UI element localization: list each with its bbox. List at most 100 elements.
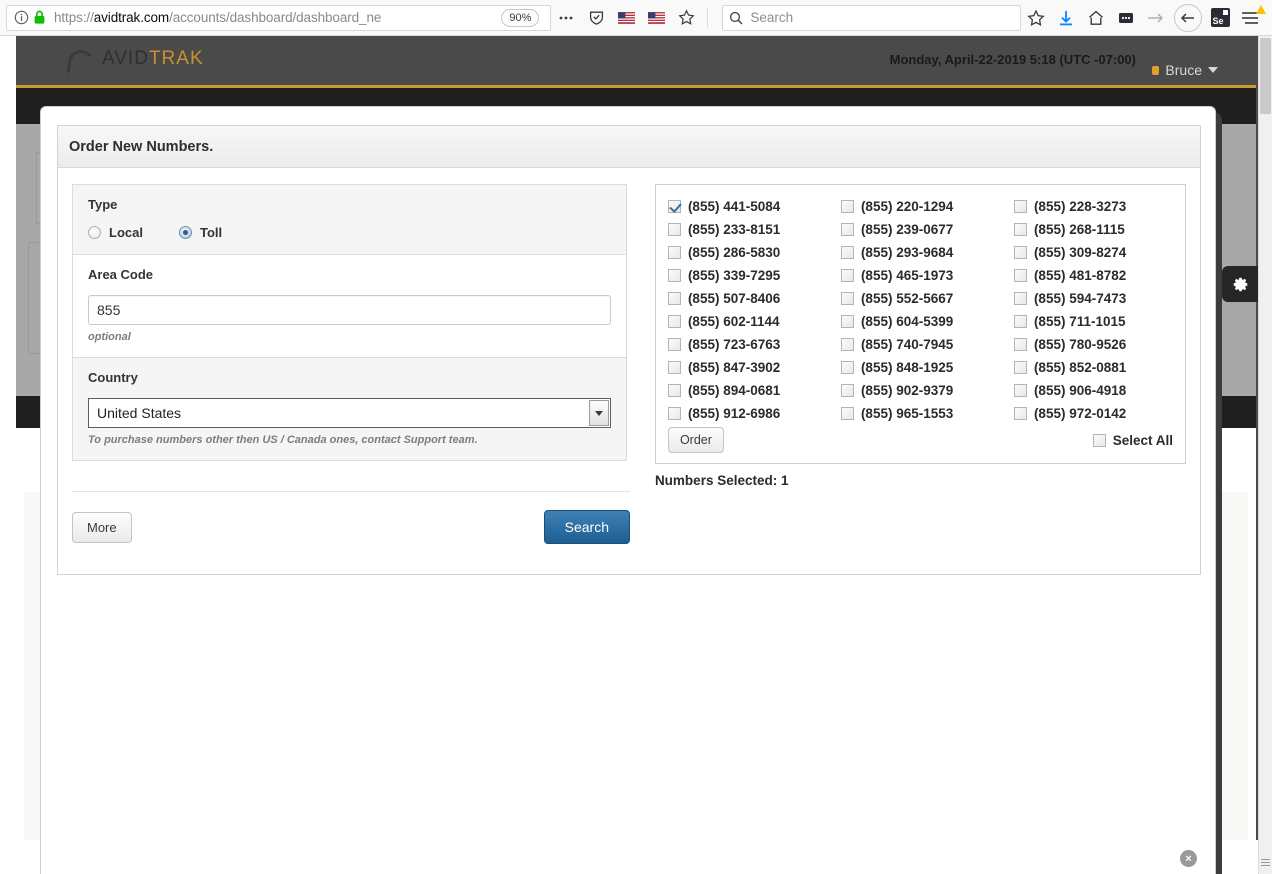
ellipsis-icon[interactable] bbox=[552, 4, 580, 32]
hamburger-menu-icon[interactable] bbox=[1236, 4, 1266, 32]
phone-number-option[interactable]: (855) 286-5830 bbox=[667, 241, 841, 264]
radio-option-toll[interactable]: Toll bbox=[178, 225, 222, 240]
shield-icon[interactable] bbox=[582, 4, 610, 32]
phone-number-option[interactable]: (855) 847-3902 bbox=[667, 356, 841, 379]
us-flag-icon-2[interactable] bbox=[642, 4, 670, 32]
phone-number-option[interactable]: (855) 780-9526 bbox=[1013, 333, 1173, 356]
phone-number-option[interactable]: (855) 894-0681 bbox=[667, 379, 841, 402]
gear-icon[interactable] bbox=[1222, 266, 1258, 302]
bookmark-star-toolbar-icon[interactable] bbox=[1022, 4, 1050, 32]
phone-number-checkbox-icon[interactable] bbox=[667, 407, 681, 420]
select-all-checkbox-icon[interactable] bbox=[1092, 433, 1106, 447]
radio-option-local[interactable]: Local bbox=[88, 225, 143, 240]
radio-local-icon[interactable] bbox=[88, 226, 101, 239]
phone-number-option[interactable]: (855) 848-1925 bbox=[840, 356, 1014, 379]
phone-number-checkbox-icon[interactable] bbox=[1013, 292, 1027, 305]
lock-icon[interactable] bbox=[32, 10, 46, 26]
area-code-input[interactable] bbox=[88, 295, 611, 325]
more-button[interactable]: More bbox=[72, 511, 132, 543]
phone-number-option[interactable]: (855) 604-5399 bbox=[840, 310, 1014, 333]
phone-number-option[interactable]: (855) 602-1144 bbox=[667, 310, 841, 333]
page-scrollbar[interactable] bbox=[1258, 36, 1272, 874]
phone-number-option[interactable]: (855) 906-4918 bbox=[1013, 379, 1173, 402]
phone-number-option[interactable]: (855) 740-7945 bbox=[840, 333, 1014, 356]
phone-number-option[interactable]: (855) 972-0142 bbox=[1013, 402, 1173, 425]
phone-number-checkbox-icon[interactable] bbox=[667, 269, 681, 282]
phone-number-checkbox-icon[interactable] bbox=[667, 223, 681, 236]
phone-number-option[interactable]: (855) 965-1553 bbox=[840, 402, 1014, 425]
phone-number-checkbox-icon[interactable] bbox=[1013, 200, 1027, 213]
phone-number-option[interactable]: (855) 552-5667 bbox=[840, 287, 1014, 310]
phone-number-checkbox-icon[interactable] bbox=[840, 246, 854, 259]
phone-number-option[interactable]: (855) 268-1115 bbox=[1013, 218, 1173, 241]
country-select[interactable]: United States bbox=[88, 398, 611, 428]
phone-number-option[interactable]: (855) 711-1015 bbox=[1013, 310, 1173, 333]
phone-number-checkbox-icon[interactable] bbox=[667, 315, 681, 328]
phone-number-checkbox-icon[interactable] bbox=[840, 315, 854, 328]
phone-number-checkbox-icon[interactable] bbox=[1013, 338, 1027, 351]
phone-number-option[interactable]: (855) 220-1294 bbox=[840, 195, 1014, 218]
phone-number-checkbox-icon[interactable] bbox=[840, 269, 854, 282]
phone-number-label: (855) 604-5399 bbox=[860, 314, 954, 329]
phone-number-checkbox-icon[interactable] bbox=[840, 200, 854, 213]
forward-arrow-icon[interactable] bbox=[1142, 4, 1170, 32]
bookmark-star-icon[interactable] bbox=[672, 4, 700, 32]
home-icon[interactable] bbox=[1082, 4, 1110, 32]
close-icon[interactable]: × bbox=[1180, 850, 1197, 867]
phone-number-checkbox-icon[interactable] bbox=[1013, 384, 1027, 397]
area-code-hint: optional bbox=[88, 331, 131, 343]
phone-number-option[interactable]: (855) 465-1973 bbox=[840, 264, 1014, 287]
zoom-level-badge[interactable]: 90% bbox=[501, 8, 540, 27]
search-bar[interactable]: Search bbox=[722, 4, 1021, 31]
phone-number-checkbox-icon[interactable] bbox=[840, 292, 854, 305]
phone-number-checkbox-icon[interactable] bbox=[1013, 407, 1027, 420]
phone-number-option[interactable]: (855) 507-8406 bbox=[667, 287, 841, 310]
phone-number-option[interactable]: (855) 293-9684 bbox=[840, 241, 1014, 264]
search-placeholder: Search bbox=[750, 10, 794, 25]
phone-number-checkbox-icon[interactable] bbox=[840, 407, 854, 420]
chevron-down-icon[interactable] bbox=[588, 400, 609, 426]
phone-number-option[interactable]: (855) 594-7473 bbox=[1013, 287, 1173, 310]
phone-number-option[interactable]: (855) 309-8274 bbox=[1013, 241, 1173, 264]
phone-number-option[interactable]: (855) 228-3273 bbox=[1013, 195, 1173, 218]
us-flag-icon[interactable] bbox=[612, 4, 640, 32]
scrollbar-thumb[interactable] bbox=[1260, 38, 1271, 114]
select-all-checkbox[interactable]: Select All bbox=[1092, 433, 1173, 448]
phone-number-checkbox-icon[interactable] bbox=[667, 200, 681, 213]
phone-number-checkbox-icon[interactable] bbox=[667, 384, 681, 397]
phone-number-option[interactable]: (855) 852-0881 bbox=[1013, 356, 1173, 379]
phone-number-checkbox-icon[interactable] bbox=[667, 246, 681, 259]
phone-number-checkbox-icon[interactable] bbox=[1013, 361, 1027, 374]
phone-number-option[interactable]: (855) 233-8151 bbox=[667, 218, 841, 241]
phone-number-option[interactable]: (855) 481-8782 bbox=[1013, 264, 1173, 287]
scrollbar-grip[interactable] bbox=[1261, 859, 1270, 868]
phone-number-option[interactable]: (855) 902-9379 bbox=[840, 379, 1014, 402]
phone-number-checkbox-icon[interactable] bbox=[1013, 223, 1027, 236]
avidtrak-logo[interactable]: AVIDTRAK bbox=[64, 48, 204, 70]
phone-number-option[interactable]: (855) 339-7295 bbox=[667, 264, 841, 287]
download-icon[interactable] bbox=[1052, 4, 1080, 32]
saved-items-icon[interactable] bbox=[1112, 4, 1140, 32]
info-icon[interactable] bbox=[12, 9, 30, 27]
phone-number-checkbox-icon[interactable] bbox=[1013, 315, 1027, 328]
radio-toll-icon[interactable] bbox=[178, 226, 192, 239]
phone-number-checkbox-icon[interactable] bbox=[667, 338, 681, 351]
selenium-icon[interactable]: Se bbox=[1206, 4, 1234, 32]
phone-number-option[interactable]: (855) 912-6986 bbox=[667, 402, 841, 425]
phone-number-option[interactable]: (855) 723-6763 bbox=[667, 333, 841, 356]
phone-number-option[interactable]: (855) 441-5084 bbox=[667, 195, 841, 218]
phone-number-checkbox-icon[interactable] bbox=[840, 338, 854, 351]
phone-number-checkbox-icon[interactable] bbox=[840, 384, 854, 397]
phone-number-option[interactable]: (855) 239-0677 bbox=[840, 218, 1014, 241]
search-button[interactable]: Search bbox=[543, 510, 630, 544]
user-menu[interactable]: Bruce bbox=[1152, 62, 1218, 78]
phone-number-checkbox-icon[interactable] bbox=[840, 361, 854, 374]
address-bar[interactable]: https://avidtrak.com/accounts/dashboard/… bbox=[6, 4, 552, 31]
phone-number-checkbox-icon[interactable] bbox=[1013, 246, 1027, 259]
phone-number-checkbox-icon[interactable] bbox=[667, 292, 681, 305]
order-button[interactable]: Order bbox=[667, 427, 724, 453]
phone-number-checkbox-icon[interactable] bbox=[667, 361, 681, 374]
phone-number-checkbox-icon[interactable] bbox=[1013, 269, 1027, 282]
phone-number-checkbox-icon[interactable] bbox=[840, 223, 854, 236]
back-arrow-icon[interactable] bbox=[1174, 3, 1202, 32]
